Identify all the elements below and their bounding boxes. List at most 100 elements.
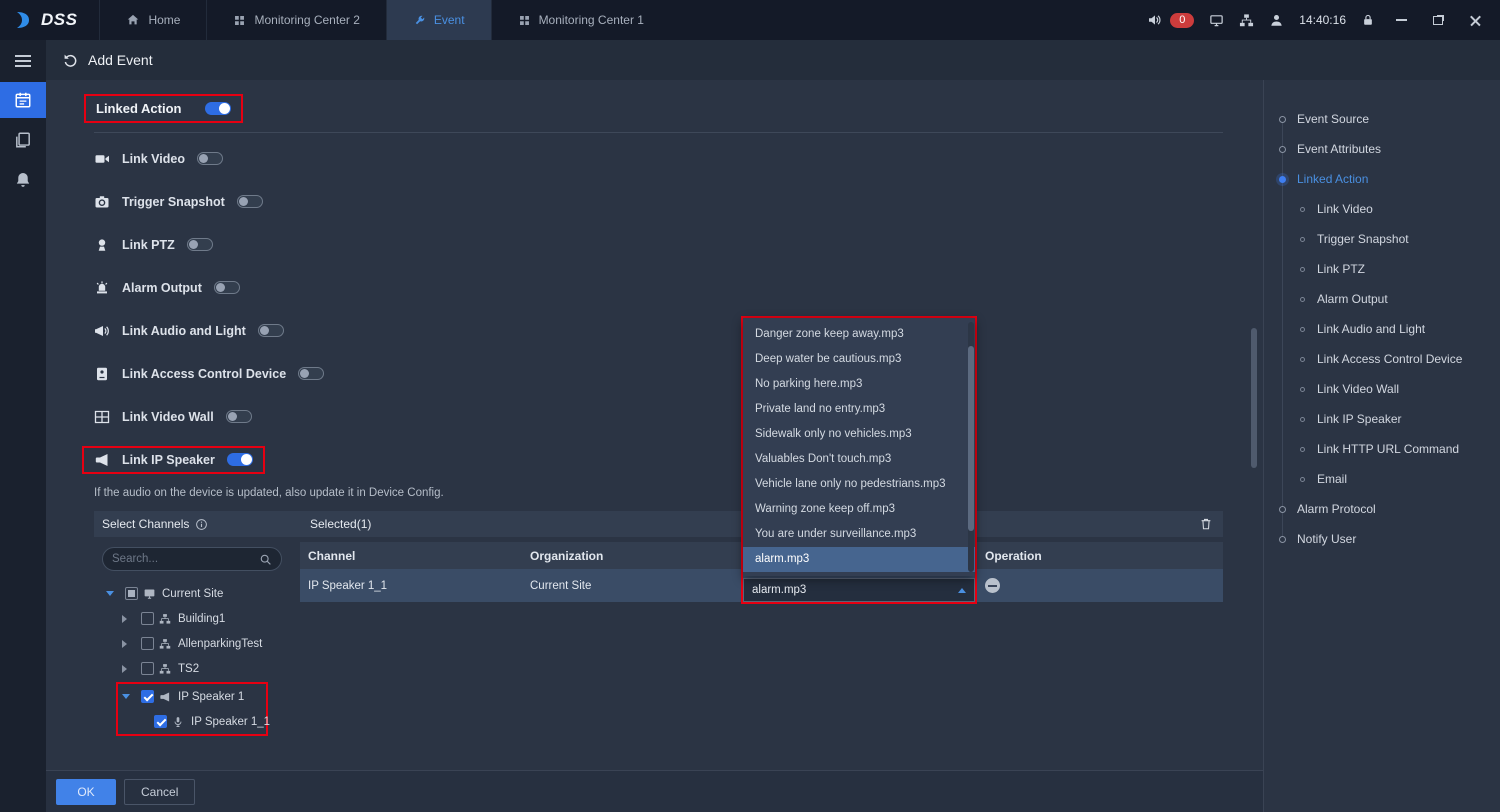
dropdown-option[interactable]: Vehicle lane only no pedestrians.mp3 bbox=[743, 472, 975, 497]
nav-item-trigger-snapshot[interactable]: Trigger Snapshot bbox=[1264, 224, 1500, 254]
chevron-right-icon[interactable] bbox=[122, 640, 127, 648]
alarm-output-toggle[interactable] bbox=[214, 281, 240, 294]
nav-item-link-http-url-command[interactable]: Link HTTP URL Command bbox=[1264, 434, 1500, 464]
nav-item-event-source[interactable]: Event Source bbox=[1264, 104, 1500, 134]
chevron-down-icon[interactable] bbox=[122, 694, 130, 699]
cancel-button[interactable]: Cancel bbox=[124, 779, 195, 805]
volume-icon[interactable] bbox=[1147, 12, 1163, 28]
dropdown-option[interactable]: You are under surveillance.mp3 bbox=[743, 522, 975, 547]
nav-item-event-attributes[interactable]: Event Attributes bbox=[1264, 134, 1500, 164]
nav-label: Link Video Wall bbox=[1317, 382, 1399, 396]
user-icon[interactable] bbox=[1269, 13, 1284, 28]
access-control-icon bbox=[94, 366, 112, 382]
tree-node-current-site[interactable]: Current Site bbox=[94, 581, 294, 606]
back-button[interactable] bbox=[62, 52, 78, 68]
annotation-box-ip-speaker-tree: IP Speaker 1 IP Speaker 1_1 bbox=[116, 682, 268, 736]
tree-label: IP Speaker 1_1 bbox=[191, 716, 270, 728]
tree-node-allenparkingtest[interactable]: AllenparkingTest bbox=[94, 631, 294, 656]
screen-icon[interactable] bbox=[1209, 13, 1224, 28]
trigger-snapshot-toggle[interactable] bbox=[237, 195, 263, 208]
nav-item-link-ip-speaker[interactable]: Link IP Speaker bbox=[1264, 404, 1500, 434]
nav-item-email[interactable]: Email bbox=[1264, 464, 1500, 494]
info-icon[interactable] bbox=[195, 518, 208, 531]
linked-action-toggle[interactable] bbox=[205, 102, 231, 115]
checkbox-ip-speaker-1-1[interactable] bbox=[154, 715, 167, 728]
search-icon[interactable] bbox=[259, 553, 272, 566]
dropdown-option[interactable]: Valuables Don't touch.mp3 bbox=[743, 447, 975, 472]
dropdown-option[interactable]: Private land no entry.mp3 bbox=[743, 397, 975, 422]
dropdown-option-selected[interactable]: alarm.mp3 bbox=[743, 547, 975, 572]
sitemap-icon[interactable] bbox=[1239, 13, 1254, 28]
menu-icon[interactable] bbox=[15, 60, 31, 62]
delete-all-icon[interactable] bbox=[1199, 517, 1213, 531]
audio-select-input[interactable]: alarm.mp3 bbox=[743, 578, 975, 602]
lock-icon[interactable] bbox=[1361, 13, 1375, 27]
tab-home[interactable]: Home bbox=[99, 0, 206, 40]
link-video-toggle[interactable] bbox=[197, 152, 223, 165]
organization-icon bbox=[159, 613, 173, 625]
nav-item-link-ptz[interactable]: Link PTZ bbox=[1264, 254, 1500, 284]
chevron-down-icon[interactable] bbox=[106, 591, 114, 596]
dropdown-option[interactable]: No parking here.mp3 bbox=[743, 372, 975, 397]
chevron-right-icon[interactable] bbox=[122, 615, 127, 623]
nav-label: Link Access Control Device bbox=[1317, 352, 1462, 366]
nav-item-linked-action[interactable]: Linked Action bbox=[1264, 164, 1500, 194]
close-button[interactable] bbox=[1464, 9, 1486, 31]
maximize-button[interactable] bbox=[1427, 9, 1449, 31]
minimize-button[interactable] bbox=[1390, 9, 1412, 31]
main-scrollbar-thumb[interactable] bbox=[1251, 328, 1257, 468]
link-access-control-toggle[interactable] bbox=[298, 367, 324, 380]
dropdown-option[interactable]: Danger zone keep away.mp3 bbox=[743, 322, 975, 347]
tree-node-ip-speaker-1-1[interactable]: IP Speaker 1_1 bbox=[118, 709, 266, 734]
step-dot bbox=[1279, 536, 1286, 543]
close-icon bbox=[1470, 15, 1481, 26]
tree-node-building1[interactable]: Building1 bbox=[94, 606, 294, 631]
checkbox-ts2[interactable] bbox=[141, 662, 154, 675]
ok-button[interactable]: OK bbox=[56, 779, 116, 805]
rail-item-documents[interactable] bbox=[0, 122, 46, 158]
chevron-right-icon[interactable] bbox=[122, 665, 127, 673]
nav-item-link-access-control-device[interactable]: Link Access Control Device bbox=[1264, 344, 1500, 374]
dropdown-option[interactable]: Warning zone keep off.mp3 bbox=[743, 497, 975, 522]
tree-node-ts2[interactable]: TS2 bbox=[94, 656, 294, 681]
rail-item-alarm-config[interactable] bbox=[0, 162, 46, 198]
tab-event[interactable]: Event bbox=[386, 0, 491, 40]
checkbox-building1[interactable] bbox=[141, 612, 154, 625]
nav-item-link-video-wall[interactable]: Link Video Wall bbox=[1264, 374, 1500, 404]
tab-monitoring-center-1[interactable]: Monitoring Center 1 bbox=[491, 0, 670, 40]
search-box[interactable] bbox=[102, 547, 282, 571]
dropdown-option[interactable]: Sidewalk only no vehicles.mp3 bbox=[743, 422, 975, 447]
nav-label: Alarm Output bbox=[1317, 292, 1388, 306]
dropdown-option[interactable]: Deep water be cautious.mp3 bbox=[743, 347, 975, 372]
nav-item-alarm-protocol[interactable]: Alarm Protocol bbox=[1264, 494, 1500, 524]
cell-channel: IP Speaker 1_1 bbox=[300, 580, 522, 592]
rail-item-event-config[interactable] bbox=[0, 82, 46, 118]
nav-label: Link Video bbox=[1317, 202, 1373, 216]
nav-label: Trigger Snapshot bbox=[1317, 232, 1409, 246]
action-label: Link Audio and Light bbox=[122, 324, 246, 338]
checkbox-allenparkingtest[interactable] bbox=[141, 637, 154, 650]
tree-node-ip-speaker-1[interactable]: IP Speaker 1 bbox=[118, 684, 266, 709]
section-title: Linked Action bbox=[96, 101, 181, 116]
remove-row-button[interactable] bbox=[985, 578, 1000, 593]
nav-item-notify-user[interactable]: Notify User bbox=[1264, 524, 1500, 554]
link-ptz-toggle[interactable] bbox=[187, 238, 213, 251]
nav-label: Alarm Protocol bbox=[1297, 502, 1376, 516]
dropdown-scrollbar-thumb[interactable] bbox=[968, 346, 974, 531]
link-video-wall-toggle[interactable] bbox=[226, 410, 252, 423]
tab-monitoring-center-2[interactable]: Monitoring Center 2 bbox=[206, 0, 385, 40]
clock: 14:40:16 bbox=[1299, 13, 1346, 27]
checkbox-ip-speaker-1[interactable] bbox=[141, 690, 154, 703]
nav-item-link-audio-and-light[interactable]: Link Audio and Light bbox=[1264, 314, 1500, 344]
search-input[interactable] bbox=[112, 553, 259, 565]
nav-label: Link IP Speaker bbox=[1317, 412, 1402, 426]
checkbox-current-site[interactable] bbox=[125, 587, 138, 600]
link-audio-light-toggle[interactable] bbox=[258, 324, 284, 337]
step-dot bbox=[1300, 387, 1305, 392]
action-label: Link PTZ bbox=[122, 238, 175, 252]
link-ip-speaker-toggle[interactable] bbox=[227, 453, 253, 466]
nav-item-alarm-output[interactable]: Alarm Output bbox=[1264, 284, 1500, 314]
tree-label: IP Speaker 1 bbox=[178, 691, 244, 703]
nav-item-link-video[interactable]: Link Video bbox=[1264, 194, 1500, 224]
tree-label: AllenparkingTest bbox=[178, 638, 262, 650]
